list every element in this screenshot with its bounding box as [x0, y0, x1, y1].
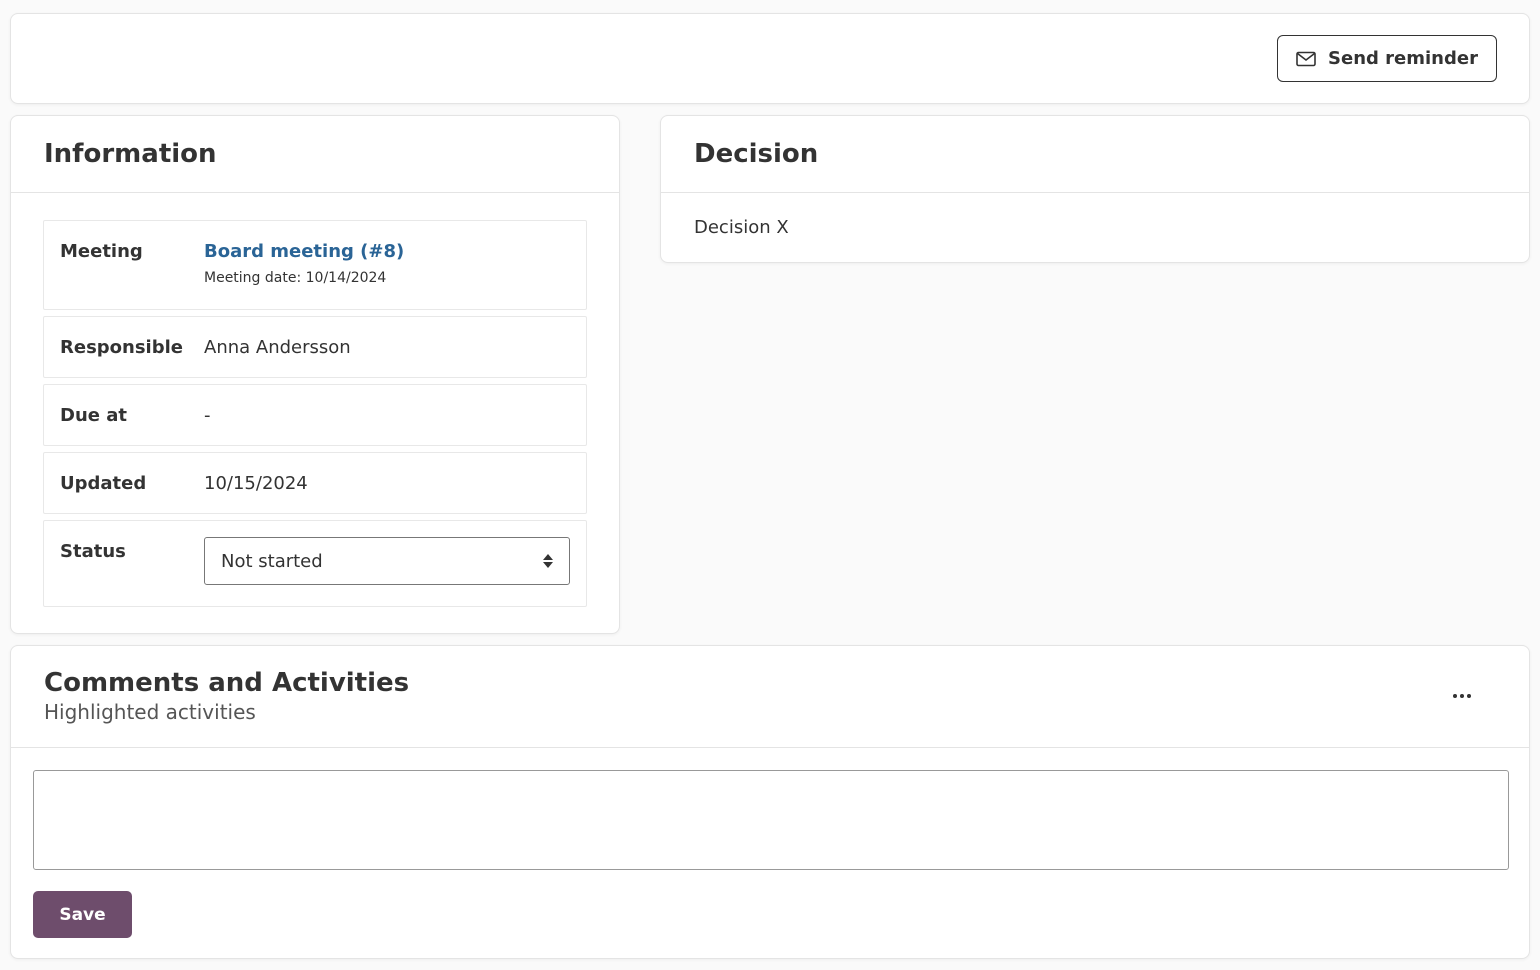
meeting-row: Meeting Board meeting (#8) Meeting date:…: [43, 220, 587, 310]
information-body: Meeting Board meeting (#8) Meeting date:…: [11, 193, 619, 607]
send-reminder-button[interactable]: Send reminder: [1277, 35, 1497, 82]
comments-card: Comments and Activities Highlighted acti…: [10, 645, 1530, 959]
meeting-value: Board meeting (#8) Meeting date: 10/14/2…: [204, 241, 404, 309]
meeting-label: Meeting: [60, 241, 143, 262]
meeting-date: Meeting date: 10/14/2024: [204, 270, 387, 286]
envelope-icon: [1296, 51, 1316, 66]
ellipsis-icon[interactable]: [1447, 684, 1477, 708]
responsible-value: Anna Andersson: [204, 336, 351, 358]
meeting-link[interactable]: Board meeting (#8): [204, 241, 404, 262]
information-title: Information: [44, 139, 217, 169]
updated-row: Updated 10/15/2024: [43, 452, 587, 514]
updated-label: Updated: [60, 472, 147, 494]
information-card: Information Meeting Board meeting (#8) M…: [10, 115, 620, 634]
due-value: -: [204, 404, 211, 426]
send-reminder-label: Send reminder: [1328, 48, 1478, 69]
comments-subtitle: Highlighted activities: [44, 700, 256, 724]
due-row: Due at -: [43, 384, 587, 446]
decision-title: Decision: [694, 139, 819, 169]
updated-value: 10/15/2024: [204, 472, 308, 494]
responsible-label: Responsible: [60, 336, 183, 358]
status-selected-value: Not started: [221, 550, 323, 572]
status-label: Status: [60, 541, 126, 562]
information-header: Information: [11, 116, 619, 193]
decision-header: Decision: [661, 116, 1529, 193]
comments-header: Comments and Activities Highlighted acti…: [11, 646, 1529, 748]
decision-text: Decision X: [694, 217, 789, 238]
due-label: Due at: [60, 404, 127, 426]
sort-arrows-icon: [543, 554, 553, 568]
save-button[interactable]: Save: [33, 891, 132, 938]
status-select[interactable]: Not started: [204, 537, 570, 585]
comment-input[interactable]: [33, 770, 1509, 870]
responsible-row: Responsible Anna Andersson: [43, 316, 587, 378]
status-row: Status Not started: [43, 520, 587, 607]
decision-card: Decision Decision X: [660, 115, 1530, 263]
comments-title: Comments and Activities: [44, 668, 410, 698]
action-bar: Send reminder: [10, 13, 1530, 104]
